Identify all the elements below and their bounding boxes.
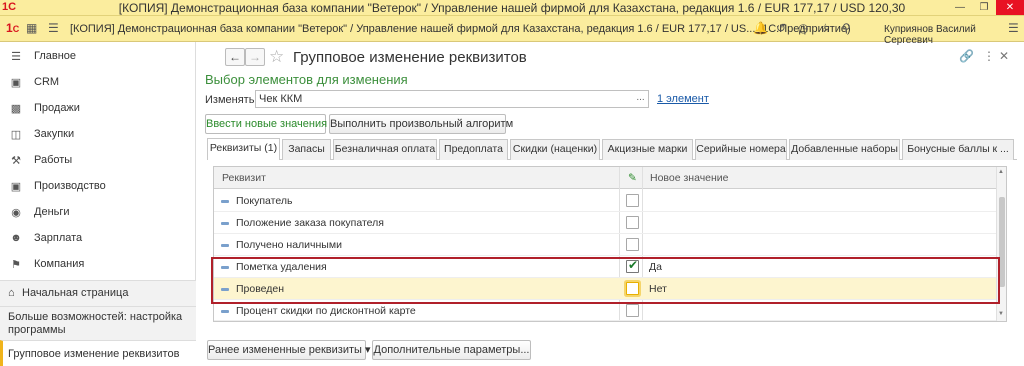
tab-bar: Реквизиты (1) Запасы Безналичная оплата … xyxy=(207,138,1017,160)
attribute-icon xyxy=(221,244,229,247)
scroll-up-icon[interactable]: ▲ xyxy=(998,169,1004,175)
bell-icon[interactable]: 🔔 xyxy=(753,21,768,35)
table-row[interactable]: Получено наличными xyxy=(214,234,1006,256)
history-icon[interactable]: ↺ xyxy=(776,21,786,35)
app-title: [КОПИЯ] Демонстрационная база компании "… xyxy=(70,23,851,35)
sidebar-item-production[interactable]: ▣ Производство xyxy=(0,174,196,198)
scroll-down-icon[interactable]: ▼ xyxy=(998,311,1004,317)
home-icon: ⌂ xyxy=(8,287,15,299)
extra-parameters-button[interactable]: Дополнительные параметры... xyxy=(372,340,531,360)
row-checkbox[interactable] xyxy=(626,304,639,317)
form-title: Групповое изменение реквизитов xyxy=(293,49,527,66)
sidebar-item-main[interactable]: ☰ Главное xyxy=(0,44,196,68)
tab-cashless[interactable]: Безналичная оплата xyxy=(333,139,437,160)
enter-new-values-button[interactable]: Ввести новые значения xyxy=(205,114,327,134)
settings-icon[interactable]: ☰ xyxy=(1008,21,1019,35)
company-icon: ⚑ xyxy=(11,258,21,271)
minimize-icon[interactable]: — xyxy=(948,0,972,15)
tab-discounts[interactable]: Скидки (наценки) xyxy=(510,139,600,160)
change-object-field[interactable]: Чек ККМ xyxy=(255,90,635,108)
run-algorithm-button[interactable]: Выполнить произвольный алгоритм xyxy=(329,114,513,134)
tab-excise-marks[interactable]: Акцизные марки xyxy=(602,139,693,160)
more-icon[interactable]: ⋮ xyxy=(983,49,995,63)
table-header: Реквизит ✎ Новое значение xyxy=(214,167,1006,189)
tab-attributes[interactable]: Реквизиты (1) xyxy=(207,138,280,160)
favorite-star-icon[interactable]: ☆ xyxy=(269,47,284,67)
grid-icon[interactable]: ▦ xyxy=(26,21,37,35)
sidebar-item-company[interactable]: ⚑ Компания xyxy=(0,252,196,276)
restore-icon[interactable]: ❐ xyxy=(972,0,996,15)
attribute-icon xyxy=(221,310,229,313)
money-icon: ◉ xyxy=(11,206,21,219)
hamburger-icon[interactable]: ☰ xyxy=(48,21,59,35)
link-icon[interactable]: 🔗 xyxy=(959,49,974,63)
1c-logo-icon: 1С xyxy=(6,21,20,35)
sidebar: ☰ Главное ▣ CRM ▩ Продажи ◫ Закупки ⚒ Работы … xyxy=(0,42,196,366)
sidebar-more-options[interactable]: Больше возможностей: настройка программы xyxy=(0,306,196,340)
tab-prepayment[interactable]: Предоплата xyxy=(439,139,508,160)
sidebar-home[interactable]: ⌂ Начальная страница xyxy=(0,280,196,306)
menu-icon: ☰ xyxy=(11,50,21,63)
tab-serial-numbers[interactable]: Серийные номера xyxy=(695,139,787,160)
sidebar-item-salary[interactable]: ☻ Зарплата xyxy=(0,226,196,250)
sidebar-current-form[interactable]: Групповое изменение реквизитов xyxy=(0,340,196,366)
window-titlebar: 1С [КОПИЯ] Демонстрационная база компани… xyxy=(0,0,1024,16)
app-toolbar: 1С ▦ ☰ [КОПИЯ] Демонстрационная база ком… xyxy=(0,16,1024,46)
previous-attributes-button[interactable]: Ранее измененные реквизиты ▾ xyxy=(207,340,371,360)
forward-arrow-icon[interactable]: → xyxy=(245,48,265,66)
close-icon[interactable]: ✕ xyxy=(996,0,1024,15)
row-checkbox[interactable] xyxy=(626,216,639,229)
sidebar-item-money[interactable]: ◉ Деньги xyxy=(0,200,196,224)
works-icon: ⚒ xyxy=(11,154,21,167)
sales-icon: ▩ xyxy=(10,102,22,115)
col-new-value: Новое значение xyxy=(650,172,729,184)
highlight-annotation xyxy=(211,257,1000,304)
clock-icon[interactable]: ◷ xyxy=(798,21,808,35)
section-header: Выбор элементов для изменения xyxy=(205,72,408,87)
row-checkbox[interactable] xyxy=(626,238,639,251)
elements-count-link[interactable]: 1 элемент xyxy=(657,93,709,105)
sidebar-item-purchases[interactable]: ◫ Закупки xyxy=(0,122,196,146)
select-ellipsis-button[interactable]: ... xyxy=(633,90,649,108)
sidebar-item-sales[interactable]: ▩ Продажи xyxy=(0,96,196,120)
col-attribute: Реквизит xyxy=(222,172,266,184)
crm-icon: ▣ xyxy=(10,76,22,89)
search-icon[interactable]: ⚲ xyxy=(842,21,851,35)
star-icon[interactable]: ☆ xyxy=(820,21,831,35)
attribute-icon xyxy=(221,222,229,225)
tab-added-sets[interactable]: Добавленные наборы xyxy=(789,139,900,160)
tab-stock[interactable]: Запасы xyxy=(282,139,331,160)
purchases-icon: ◫ xyxy=(10,128,22,141)
row-checkbox[interactable] xyxy=(626,194,639,207)
sidebar-item-works[interactable]: ⚒ Работы xyxy=(0,148,196,172)
form-area: ← → ☆ Групповое изменение реквизитов 🔗 ⋮… xyxy=(197,42,1024,366)
sidebar-item-crm[interactable]: ▣ CRM xyxy=(0,70,196,94)
dropdown-arrow-icon: ▾ xyxy=(364,344,371,356)
table-row[interactable]: Покупатель xyxy=(214,190,1006,212)
pencil-icon: ✎ xyxy=(628,172,637,184)
back-arrow-icon[interactable]: ← xyxy=(225,48,245,66)
table-row[interactable]: Положение заказа покупателя xyxy=(214,212,1006,234)
attribute-icon xyxy=(221,200,229,203)
salary-icon: ☻ xyxy=(10,232,22,244)
production-icon: ▣ xyxy=(10,180,22,193)
window-controls: — ❐ ✕ xyxy=(948,0,1024,15)
window-title: [КОПИЯ] Демонстрационная база компании "… xyxy=(118,1,906,15)
tab-bonus-points[interactable]: Бонусные баллы к ... xyxy=(902,139,1014,160)
change-label: Изменять: xyxy=(205,94,258,106)
close-form-icon[interactable]: ✕ xyxy=(999,49,1009,63)
